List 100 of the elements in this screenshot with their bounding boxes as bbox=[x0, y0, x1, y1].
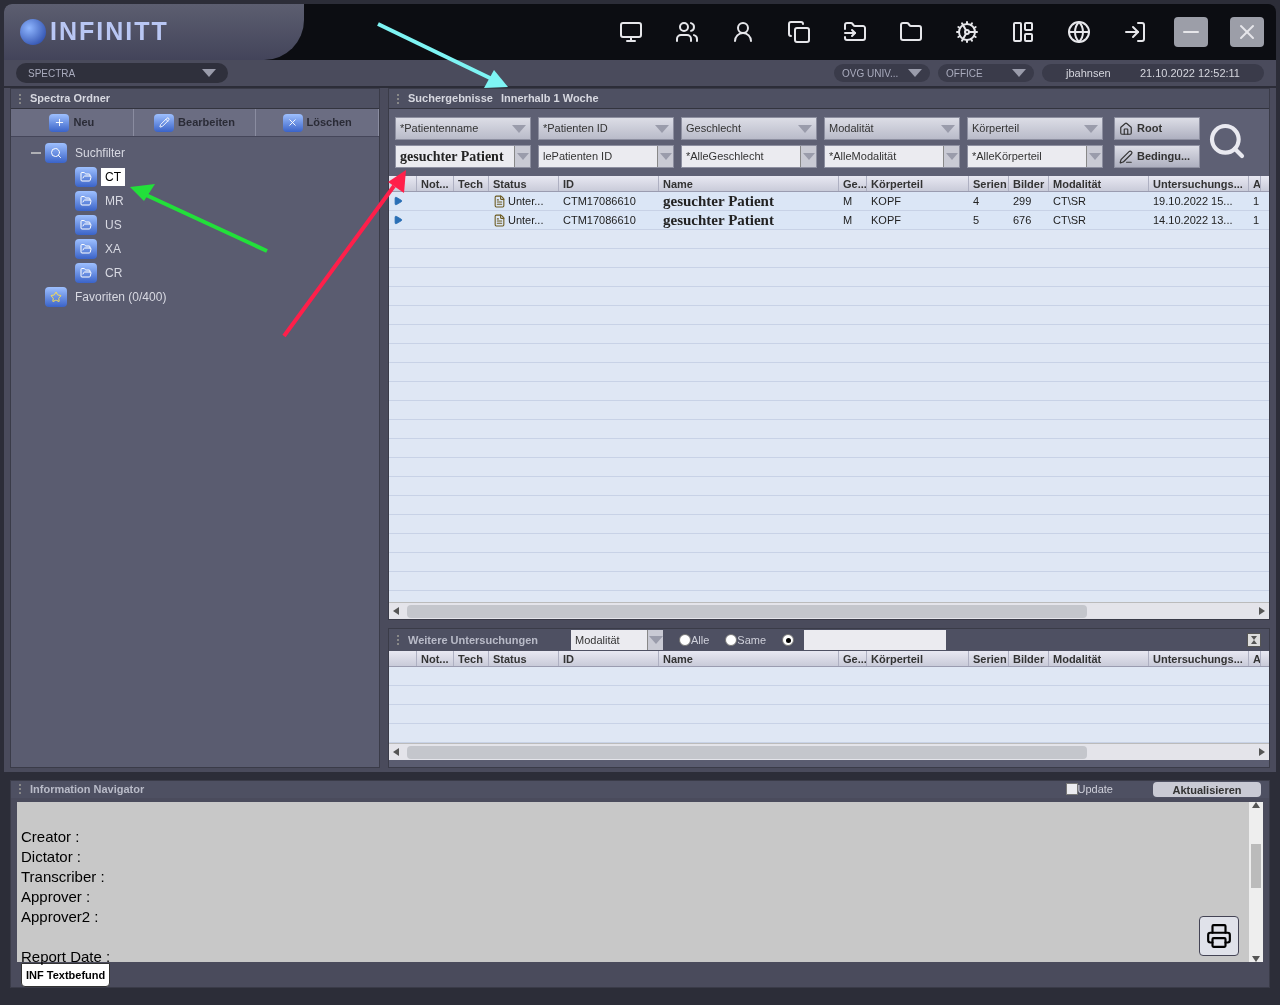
scroll-right-icon[interactable] bbox=[1259, 748, 1265, 756]
scroll-left-icon[interactable] bbox=[393, 748, 399, 756]
field-selector[interactable]: Geschlecht bbox=[681, 117, 817, 140]
location-select[interactable]: OFFICE bbox=[938, 64, 1034, 82]
date-time: 21.10.2022 12:52:11 bbox=[1139, 65, 1240, 81]
user-name: jbahnsen bbox=[1066, 65, 1111, 81]
column-header[interactable]: A bbox=[1253, 178, 1260, 190]
refresh-button[interactable]: Aktualisieren bbox=[1153, 781, 1261, 797]
filter-combo[interactable]: *AlleGeschlecht bbox=[681, 145, 817, 168]
column-header[interactable]: Status bbox=[493, 653, 527, 665]
column-header[interactable]: ID bbox=[563, 178, 574, 190]
field-selector[interactable]: Modalität bbox=[824, 117, 960, 140]
column-header[interactable]: Körperteil bbox=[871, 653, 923, 665]
column-header[interactable]: Serien bbox=[973, 653, 1007, 665]
panel-title: Information Navigator bbox=[30, 782, 145, 797]
dropdown-arrow-icon bbox=[202, 69, 216, 77]
table-cell-text: M bbox=[843, 212, 853, 228]
filter-button[interactable]: Bedingu... bbox=[1114, 145, 1200, 168]
field-selector[interactable]: *Patientenname bbox=[395, 117, 531, 140]
column-header[interactable]: Name bbox=[663, 653, 693, 665]
table-cell-text: Unter... bbox=[508, 193, 544, 209]
scroll-thumb[interactable] bbox=[1251, 843, 1261, 888]
pen-icon bbox=[1119, 149, 1133, 164]
dropdown-arrow-icon bbox=[516, 153, 529, 160]
radio-option[interactable]: Alle bbox=[679, 631, 710, 649]
panel-title: Suchergebnisse bbox=[408, 91, 493, 107]
tree-item[interactable]: US bbox=[101, 216, 126, 234]
printer-icon bbox=[1206, 922, 1232, 949]
tree-item[interactable]: MR bbox=[101, 192, 128, 210]
dropdown-arrow-icon bbox=[512, 124, 526, 133]
search-icon[interactable] bbox=[1207, 121, 1247, 161]
panel-title: Weitere Untersuchungen bbox=[408, 632, 539, 648]
column-header[interactable]: Bilder bbox=[1013, 178, 1045, 190]
column-header[interactable]: Bilder bbox=[1013, 653, 1045, 665]
info-line: Report Date : bbox=[21, 947, 111, 965]
info-line: Approver : bbox=[21, 887, 91, 905]
column-header[interactable]: Serien bbox=[973, 178, 1007, 190]
info-line: Approver2 : bbox=[21, 907, 99, 925]
panel-subtitle: Innerhalb 1 Woche bbox=[501, 91, 599, 107]
search-folder-icon bbox=[45, 143, 67, 163]
table-cell-text: CT\SR bbox=[1053, 212, 1086, 228]
column-header[interactable]: A bbox=[1253, 653, 1260, 665]
column-header[interactable]: Name bbox=[663, 178, 693, 190]
column-header[interactable]: Not... bbox=[421, 178, 449, 190]
column-header[interactable]: Modalität bbox=[1053, 653, 1102, 665]
vertical-scrollbar[interactable] bbox=[1249, 801, 1263, 962]
database-select[interactable]: SPECTRA bbox=[16, 63, 228, 83]
field-selector[interactable]: Körperteil bbox=[967, 117, 1103, 140]
modality-select[interactable]: Modalität bbox=[571, 630, 663, 650]
column-header[interactable]: Tech bbox=[458, 178, 483, 190]
column-header[interactable]: Status bbox=[493, 178, 527, 190]
horizontal-scrollbar[interactable] bbox=[389, 743, 1269, 760]
server-select[interactable]: OVG UNIV... bbox=[834, 64, 930, 82]
horizontal-scrollbar[interactable] bbox=[389, 602, 1269, 619]
column-header[interactable]: Körperteil bbox=[871, 178, 923, 190]
table-cell-text: 5 bbox=[973, 212, 980, 228]
column-header[interactable]: Ge... bbox=[843, 653, 866, 665]
column-header[interactable]: Untersuchungs... bbox=[1153, 653, 1243, 665]
scroll-left-icon[interactable] bbox=[393, 607, 399, 615]
table-cell-text: 1 bbox=[1253, 193, 1260, 209]
tree-item[interactable]: Favoriten (0/400) bbox=[71, 288, 171, 306]
scroll-up-icon[interactable] bbox=[1252, 801, 1260, 808]
column-header[interactable]: ID bbox=[563, 653, 574, 665]
dropdown-arrow-icon bbox=[1088, 153, 1101, 160]
tree-item[interactable]: CT bbox=[101, 168, 125, 186]
dropdown-arrow-icon bbox=[802, 153, 815, 160]
column-header[interactable]: Ge... bbox=[843, 178, 866, 190]
table-cell-text: M bbox=[843, 193, 853, 209]
scroll-thumb[interactable] bbox=[407, 745, 1087, 759]
panel-title: Spectra Ordner bbox=[30, 91, 111, 107]
radio-option[interactable]: Same bbox=[725, 631, 767, 649]
table-cell-text: 14.10.2022 13... bbox=[1153, 212, 1233, 228]
table-cell-text: KOPF bbox=[871, 193, 901, 209]
app-logo: INFINITT bbox=[50, 16, 169, 48]
scroll-down-icon[interactable] bbox=[1252, 955, 1260, 962]
tree-item[interactable]: Suchfilter bbox=[71, 144, 130, 162]
scroll-right-icon[interactable] bbox=[1259, 607, 1265, 615]
table-cell-text: 1 bbox=[1253, 212, 1260, 228]
column-header[interactable]: Not... bbox=[421, 653, 449, 665]
print-button[interactable] bbox=[1199, 915, 1239, 956]
column-header[interactable]: Modalität bbox=[1053, 178, 1102, 190]
filter-combo[interactable]: gesuchter Patient bbox=[395, 145, 531, 168]
tree-item[interactable]: XA bbox=[101, 240, 125, 258]
tree-item[interactable]: CR bbox=[101, 264, 127, 282]
field-selector[interactable]: *Patienten ID bbox=[538, 117, 674, 140]
filter-combo[interactable]: *AlleModalität bbox=[824, 145, 960, 168]
dropdown-arrow-icon bbox=[659, 153, 672, 160]
hourglass-icon[interactable] bbox=[1247, 633, 1261, 647]
filter-combo[interactable]: *AlleKörperteil bbox=[967, 145, 1103, 168]
document-status-icon bbox=[493, 194, 506, 208]
column-header[interactable]: Tech bbox=[458, 653, 483, 665]
update-checkbox[interactable]: Update bbox=[1065, 781, 1113, 798]
table-cell-text: KOPF bbox=[871, 212, 901, 228]
radio-option[interactable] bbox=[782, 634, 795, 646]
dropdown-arrow-icon bbox=[648, 636, 663, 644]
filter-button[interactable]: Root bbox=[1114, 117, 1200, 140]
filter-combo[interactable]: lePatienten ID bbox=[538, 145, 674, 168]
column-header[interactable]: Untersuchungs... bbox=[1153, 178, 1243, 190]
scroll-thumb[interactable] bbox=[407, 604, 1087, 618]
text-input[interactable] bbox=[804, 630, 947, 650]
